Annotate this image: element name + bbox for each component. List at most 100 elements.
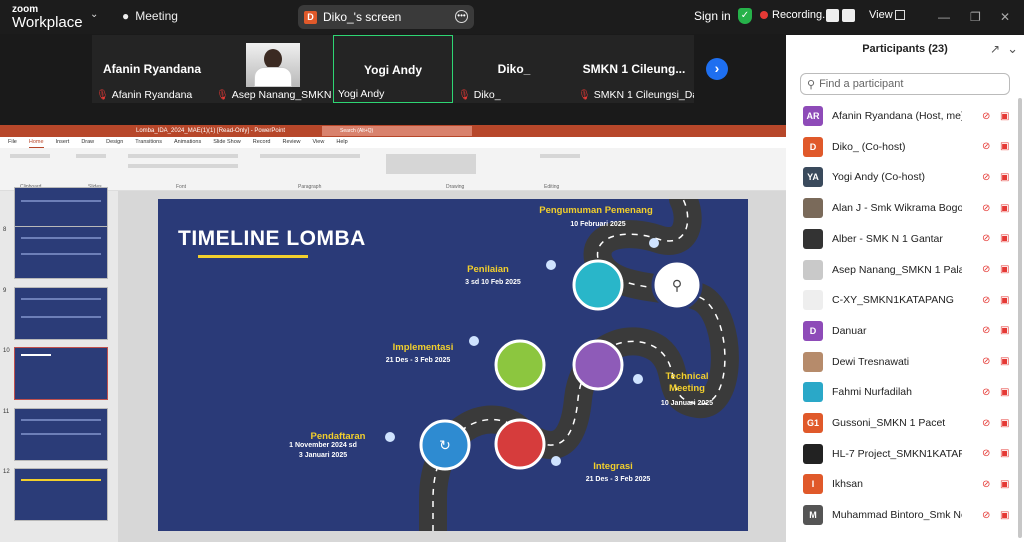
participant-row[interactable]: I Ikhsan ⊘ ▣ bbox=[786, 469, 1018, 499]
slide-thumbnail[interactable] bbox=[14, 408, 108, 461]
menu-item[interactable]: Home bbox=[28, 137, 44, 148]
mic-muted-icon[interactable]: ⊘ bbox=[982, 141, 990, 152]
participant-row[interactable]: D Danuar ⊘ ▣ bbox=[786, 316, 1018, 346]
pop-out-icon[interactable]: ↗ bbox=[990, 35, 1000, 63]
video-off-icon[interactable]: ▣ bbox=[1000, 448, 1009, 459]
mic-muted-icon[interactable]: ⊘ bbox=[982, 510, 990, 521]
mic-muted-icon[interactable]: ⊘ bbox=[982, 448, 990, 459]
video-tile-active-speaker[interactable]: Yogi Andy Yogi Andy bbox=[333, 35, 453, 103]
mic-muted-icon[interactable]: ⊘ bbox=[982, 233, 990, 244]
mic-muted-icon[interactable]: ⊘ bbox=[982, 387, 990, 398]
stage-label: Meeting bbox=[669, 383, 705, 394]
video-off-icon[interactable]: ▣ bbox=[1000, 295, 1009, 306]
mic-muted-icon[interactable]: ⊘ bbox=[982, 172, 990, 183]
video-off-icon[interactable]: ▣ bbox=[1000, 387, 1009, 398]
mic-muted-icon[interactable]: ⊘ bbox=[982, 479, 990, 490]
slide-thumbnail[interactable] bbox=[14, 287, 108, 340]
menu-item[interactable]: Insert bbox=[56, 137, 70, 148]
stop-icon[interactable] bbox=[842, 9, 855, 22]
menu-item[interactable]: Help bbox=[336, 137, 347, 148]
participant-row[interactable]: YA Yogi Andy (Co-host) ⊘ ▣ bbox=[786, 162, 1018, 192]
menu-item[interactable]: Review bbox=[282, 137, 300, 148]
shield-icon[interactable]: ✓ bbox=[738, 8, 752, 24]
video-tile[interactable]: 🎙Asep Nanang_SMKN 1 P... bbox=[212, 35, 332, 103]
avatar: M bbox=[803, 505, 823, 526]
window-icon bbox=[572, 259, 624, 311]
slide-thumbnail[interactable] bbox=[14, 226, 108, 279]
close-icon[interactable]: ✕ bbox=[1000, 10, 1010, 24]
participant-row[interactable]: M Muhammad Bintoro_Smk Nege... ⊘ ▣ bbox=[786, 500, 1018, 530]
restore-icon[interactable]: ❐ bbox=[970, 10, 981, 24]
ribbon-group-label: Editing bbox=[544, 184, 560, 190]
video-tile[interactable]: Afanin Ryandana 🎙 Afanin Ryandana bbox=[92, 35, 212, 103]
slide-thumbnail[interactable] bbox=[14, 468, 108, 521]
participant-row[interactable]: C-XY_SMKN1KATAPANG ⊘ ▣ bbox=[786, 285, 1018, 315]
mic-muted-icon[interactable]: ⊘ bbox=[982, 325, 990, 336]
video-off-icon[interactable]: ▣ bbox=[1000, 233, 1009, 244]
screen-share-pill[interactable]: D Diko_'s screen ••• bbox=[298, 5, 474, 29]
menu-item[interactable]: Design bbox=[106, 137, 123, 148]
mic-muted-icon[interactable]: ⊘ bbox=[982, 356, 990, 367]
minimize-icon[interactable]: — bbox=[938, 10, 950, 24]
participant-search[interactable]: ⚲ Find a participant bbox=[800, 73, 1010, 95]
avatar bbox=[803, 382, 823, 403]
scrollbar[interactable] bbox=[1018, 98, 1022, 538]
menu-item[interactable]: Transitions bbox=[135, 137, 162, 148]
participant-row[interactable]: HL-7 Project_SMKN1KATAPANG ⊘ ▣ bbox=[786, 439, 1018, 469]
participant-row[interactable]: Asep Nanang_SMKN 1 Palasah ⊘ ▣ bbox=[786, 255, 1018, 285]
tile-caption: 🎙 Diko_ bbox=[458, 89, 574, 101]
participant-row[interactable]: G1 Gussoni_SMKN 1 Pacet ⊘ ▣ bbox=[786, 408, 1018, 438]
video-off-icon[interactable]: ▣ bbox=[1000, 203, 1009, 214]
sign-in-link[interactable]: Sign in bbox=[694, 9, 731, 23]
grid-view-icon[interactable] bbox=[895, 10, 905, 20]
bar-chart-icon bbox=[494, 418, 546, 470]
ppt-search[interactable]: Search (Alt+Q) bbox=[322, 126, 472, 136]
view-button[interactable]: View bbox=[869, 9, 893, 21]
chevron-down-icon[interactable]: ⌄ bbox=[1007, 35, 1018, 63]
mic-muted-icon[interactable]: ⊘ bbox=[982, 203, 990, 214]
participant-row[interactable]: Alber - SMK N 1 Gantar ⊘ ▣ bbox=[786, 224, 1018, 254]
pause-icon[interactable] bbox=[826, 9, 839, 22]
video-off-icon[interactable]: ▣ bbox=[1000, 264, 1009, 275]
participant-row[interactable]: Dewi Tresnawati ⊘ ▣ bbox=[786, 347, 1018, 377]
participant-row[interactable]: D Diko_ (Co-host) ⊘ ▣ bbox=[786, 132, 1018, 162]
mic-muted-icon[interactable]: ⊘ bbox=[982, 418, 990, 429]
video-off-icon[interactable]: ▣ bbox=[1000, 325, 1009, 336]
video-off-icon[interactable]: ▣ bbox=[1000, 418, 1009, 429]
mic-muted-icon[interactable]: ⊘ bbox=[982, 264, 990, 275]
menu-item[interactable]: Draw bbox=[81, 137, 94, 148]
video-off-icon[interactable]: ▣ bbox=[1000, 479, 1009, 490]
menu-item[interactable]: File bbox=[8, 137, 17, 148]
video-off-icon[interactable]: ▣ bbox=[1000, 356, 1009, 367]
menu-item[interactable]: Slide Show bbox=[213, 137, 241, 148]
mic-muted-icon: 🎙 bbox=[216, 89, 229, 101]
menu-item[interactable]: Animations bbox=[174, 137, 201, 148]
meeting-menu[interactable]: ● Meeting bbox=[122, 9, 178, 23]
menu-item[interactable]: Record bbox=[253, 137, 271, 148]
mic-muted-icon[interactable]: ⊘ bbox=[982, 111, 990, 122]
video-tile[interactable]: Diko_ 🎙 Diko_ bbox=[454, 35, 574, 103]
participant-row[interactable]: Alan J - Smk Wikrama Bogor ⊘ ▣ bbox=[786, 193, 1018, 223]
participant-row[interactable]: Fahmi Nurfadilah ⊘ ▣ bbox=[786, 377, 1018, 407]
stage-label: Pengumuman Pemenang bbox=[539, 205, 653, 216]
video-off-icon[interactable]: ▣ bbox=[1000, 510, 1009, 521]
video-tile[interactable]: SMKN 1 Cileung... 🎙SMKN 1 Cileungsi_Da..… bbox=[574, 35, 694, 103]
stage-date: 3 Januari 2025 bbox=[298, 452, 348, 459]
mic-muted-icon[interactable]: ⊘ bbox=[982, 295, 990, 306]
record-dot-icon bbox=[760, 11, 768, 19]
slide-thumbnail-selected[interactable] bbox=[14, 347, 108, 400]
tile-name: Diko_ bbox=[497, 62, 531, 76]
caption-text: SMKN 1 Cileungsi_Da... bbox=[593, 89, 694, 101]
video-off-icon[interactable]: ▣ bbox=[1000, 111, 1009, 122]
participants-title: Participants (23) bbox=[862, 43, 948, 55]
avatar: D bbox=[803, 136, 823, 157]
participant-row[interactable]: AR Afanin Ryandana (Host, me) ⊘ ▣ bbox=[786, 101, 1018, 131]
tile-caption: Yogi Andy bbox=[338, 88, 454, 100]
menu-item[interactable]: View bbox=[313, 137, 325, 148]
more-options-icon[interactable]: ••• bbox=[455, 10, 468, 23]
next-page-icon[interactable]: › bbox=[706, 58, 728, 80]
chevron-down-icon[interactable]: ⌄ bbox=[90, 9, 98, 20]
screen-share-label: Diko_'s screen bbox=[323, 10, 402, 24]
video-off-icon[interactable]: ▣ bbox=[1000, 172, 1009, 183]
video-off-icon[interactable]: ▣ bbox=[1000, 141, 1009, 152]
